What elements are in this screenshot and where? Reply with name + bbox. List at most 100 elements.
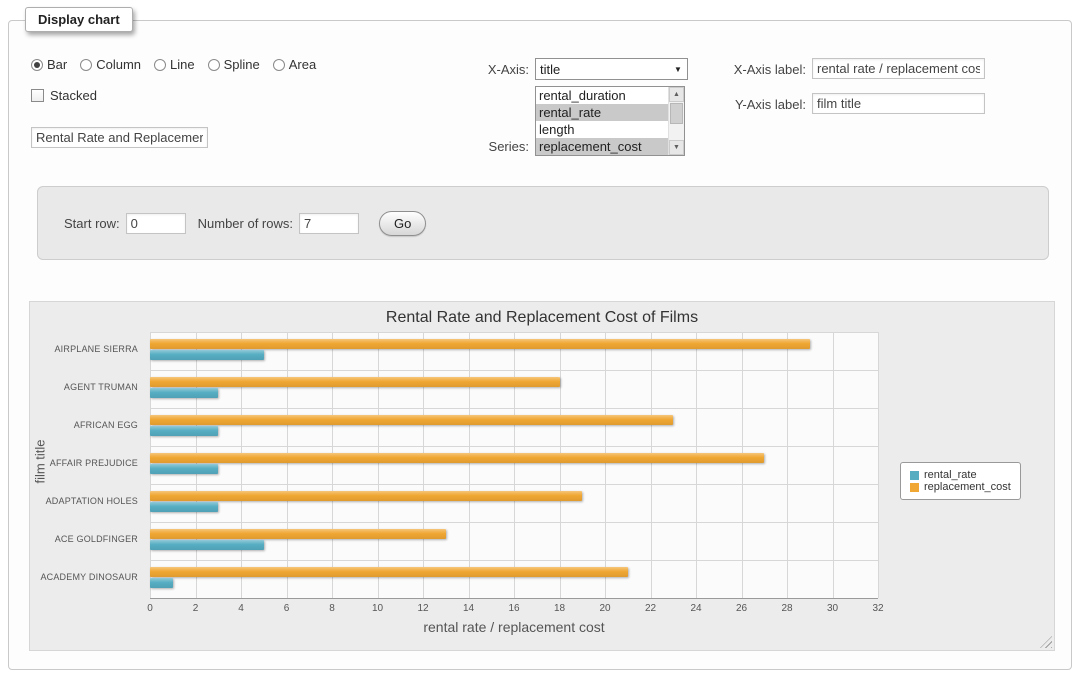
x-gridline	[423, 332, 424, 598]
category-label: AGENT TRUMAN	[30, 382, 138, 392]
y-gridline	[150, 446, 878, 447]
x-axis-selected-value: title	[536, 62, 669, 77]
chart-title-input[interactable]	[31, 127, 208, 148]
x-gridline	[742, 332, 743, 598]
chevron-down-icon[interactable]: ▼	[669, 65, 687, 74]
x-tick-label: 32	[872, 603, 883, 614]
bar-replacement_cost	[150, 529, 446, 539]
series-scrollbar[interactable]: ▲ ▼	[668, 87, 684, 155]
x-tick-label: 30	[827, 603, 838, 614]
plot-area	[150, 332, 878, 598]
x-tick-label: 22	[645, 603, 656, 614]
scroll-down-icon[interactable]: ▼	[669, 140, 684, 155]
number-of-rows-input[interactable]	[299, 213, 359, 234]
radio-icon[interactable]	[80, 59, 92, 71]
x-axis-select[interactable]: title ▼	[535, 58, 688, 80]
radio-icon[interactable]	[273, 59, 285, 71]
resize-handle-icon[interactable]	[1040, 636, 1052, 648]
x-gridline	[878, 332, 879, 598]
category-label: AIRPLANE SIERRA	[30, 344, 138, 354]
chart-container: Rental Rate and Replacement Cost of Film…	[29, 301, 1055, 651]
bar-rental_rate	[150, 540, 264, 550]
bar-replacement_cost	[150, 491, 582, 501]
radio-label: Line	[170, 57, 195, 72]
x-gridline	[605, 332, 606, 598]
x-tick-label: 14	[463, 603, 474, 614]
x-tick-label: 2	[193, 603, 199, 614]
x-gridline	[378, 332, 379, 598]
x-tick-label: 24	[690, 603, 701, 614]
series-select-label: Series:	[429, 139, 529, 154]
x-gridline	[833, 332, 834, 598]
x-tick-label: 28	[781, 603, 792, 614]
legend-items: rental_ratereplacement_cost	[910, 469, 1011, 493]
x-tick-label: 0	[147, 603, 153, 614]
scroll-up-icon[interactable]: ▲	[669, 87, 684, 102]
series-option-rental_duration[interactable]: rental_duration	[536, 87, 668, 104]
x-tick-label: 4	[238, 603, 244, 614]
x-axis-label-input[interactable]	[812, 58, 985, 79]
bar-rental_rate	[150, 578, 173, 588]
y-axis-label-input[interactable]	[812, 93, 985, 114]
bar-replacement_cost	[150, 567, 628, 577]
category-label: AFRICAN EGG	[30, 420, 138, 430]
legend-label: rental_rate	[924, 469, 977, 481]
radio-label: Column	[96, 57, 141, 72]
x-axis-label-label: X-Axis label:	[701, 62, 806, 77]
x-gridline	[332, 332, 333, 598]
legend-swatch	[910, 471, 919, 480]
y-gridline	[150, 332, 878, 333]
chart-type-line[interactable]: Line	[154, 57, 195, 72]
radio-icon[interactable]	[208, 59, 220, 71]
x-tick-label: 12	[417, 603, 428, 614]
y-gridline	[150, 522, 878, 523]
category-label: ADAPTATION HOLES	[30, 496, 138, 506]
y-gridline	[150, 484, 878, 485]
number-of-rows-label: Number of rows:	[198, 216, 293, 231]
x-tick-label: 26	[736, 603, 747, 614]
radio-icon[interactable]	[31, 59, 43, 71]
series-option-rental_rate[interactable]: rental_rate	[536, 104, 668, 121]
x-tick-label: 10	[372, 603, 383, 614]
x-axis-select-label: X-Axis:	[429, 62, 529, 77]
bar-rental_rate	[150, 388, 218, 398]
rows-panel: Start row: Number of rows: Go	[37, 186, 1049, 260]
category-axis-labels: AIRPLANE SIERRAAGENT TRUMANAFRICAN EGGAF…	[30, 302, 143, 650]
x-gridline	[696, 332, 697, 598]
x-gridline	[560, 332, 561, 598]
series-listbox[interactable]: rental_durationrental_ratelengthreplacem…	[535, 86, 685, 156]
go-button[interactable]: Go	[379, 211, 426, 236]
series-option-length[interactable]: length	[536, 121, 668, 138]
radio-label: Area	[289, 57, 316, 72]
stacked-checkbox-row[interactable]: Stacked	[31, 88, 97, 103]
chart-type-radios: Bar Column Line Spline Area	[31, 57, 329, 72]
chart-type-spline[interactable]: Spline	[208, 57, 260, 72]
scrollbar-thumb[interactable]	[670, 103, 683, 124]
bar-rental_rate	[150, 350, 264, 360]
chart-title: Rental Rate and Replacement Cost of Film…	[30, 309, 1054, 327]
y-gridline	[150, 598, 878, 599]
x-tick-label: 20	[599, 603, 610, 614]
chart-type-bar[interactable]: Bar	[31, 57, 67, 72]
display-chart-panel: Display chart BarColumnLineSplineArea St…	[8, 20, 1072, 670]
legend-item-replacement_cost[interactable]: replacement_cost	[910, 481, 1011, 493]
category-label: ACADEMY DINOSAUR	[30, 572, 138, 582]
start-row-input[interactable]	[126, 213, 186, 234]
bar-rental_rate	[150, 426, 218, 436]
legend-label: replacement_cost	[924, 481, 1011, 493]
legend-item-rental_rate[interactable]: rental_rate	[910, 469, 1011, 481]
series-option-replacement_cost[interactable]: replacement_cost	[536, 138, 668, 155]
y-gridline	[150, 560, 878, 561]
y-axis-label-label: Y-Axis label:	[701, 97, 806, 112]
category-label: ACE GOLDFINGER	[30, 534, 138, 544]
chart-legend: rental_ratereplacement_cost	[900, 462, 1021, 500]
chart-type-column[interactable]: Column	[80, 57, 141, 72]
radio-label: Spline	[224, 57, 260, 72]
start-row-label: Start row:	[64, 216, 120, 231]
stacked-checkbox[interactable]	[31, 89, 44, 102]
bar-rental_rate	[150, 464, 218, 474]
radio-icon[interactable]	[154, 59, 166, 71]
chart-type-area[interactable]: Area	[273, 57, 316, 72]
x-tick-label: 8	[329, 603, 335, 614]
bar-replacement_cost	[150, 377, 560, 387]
